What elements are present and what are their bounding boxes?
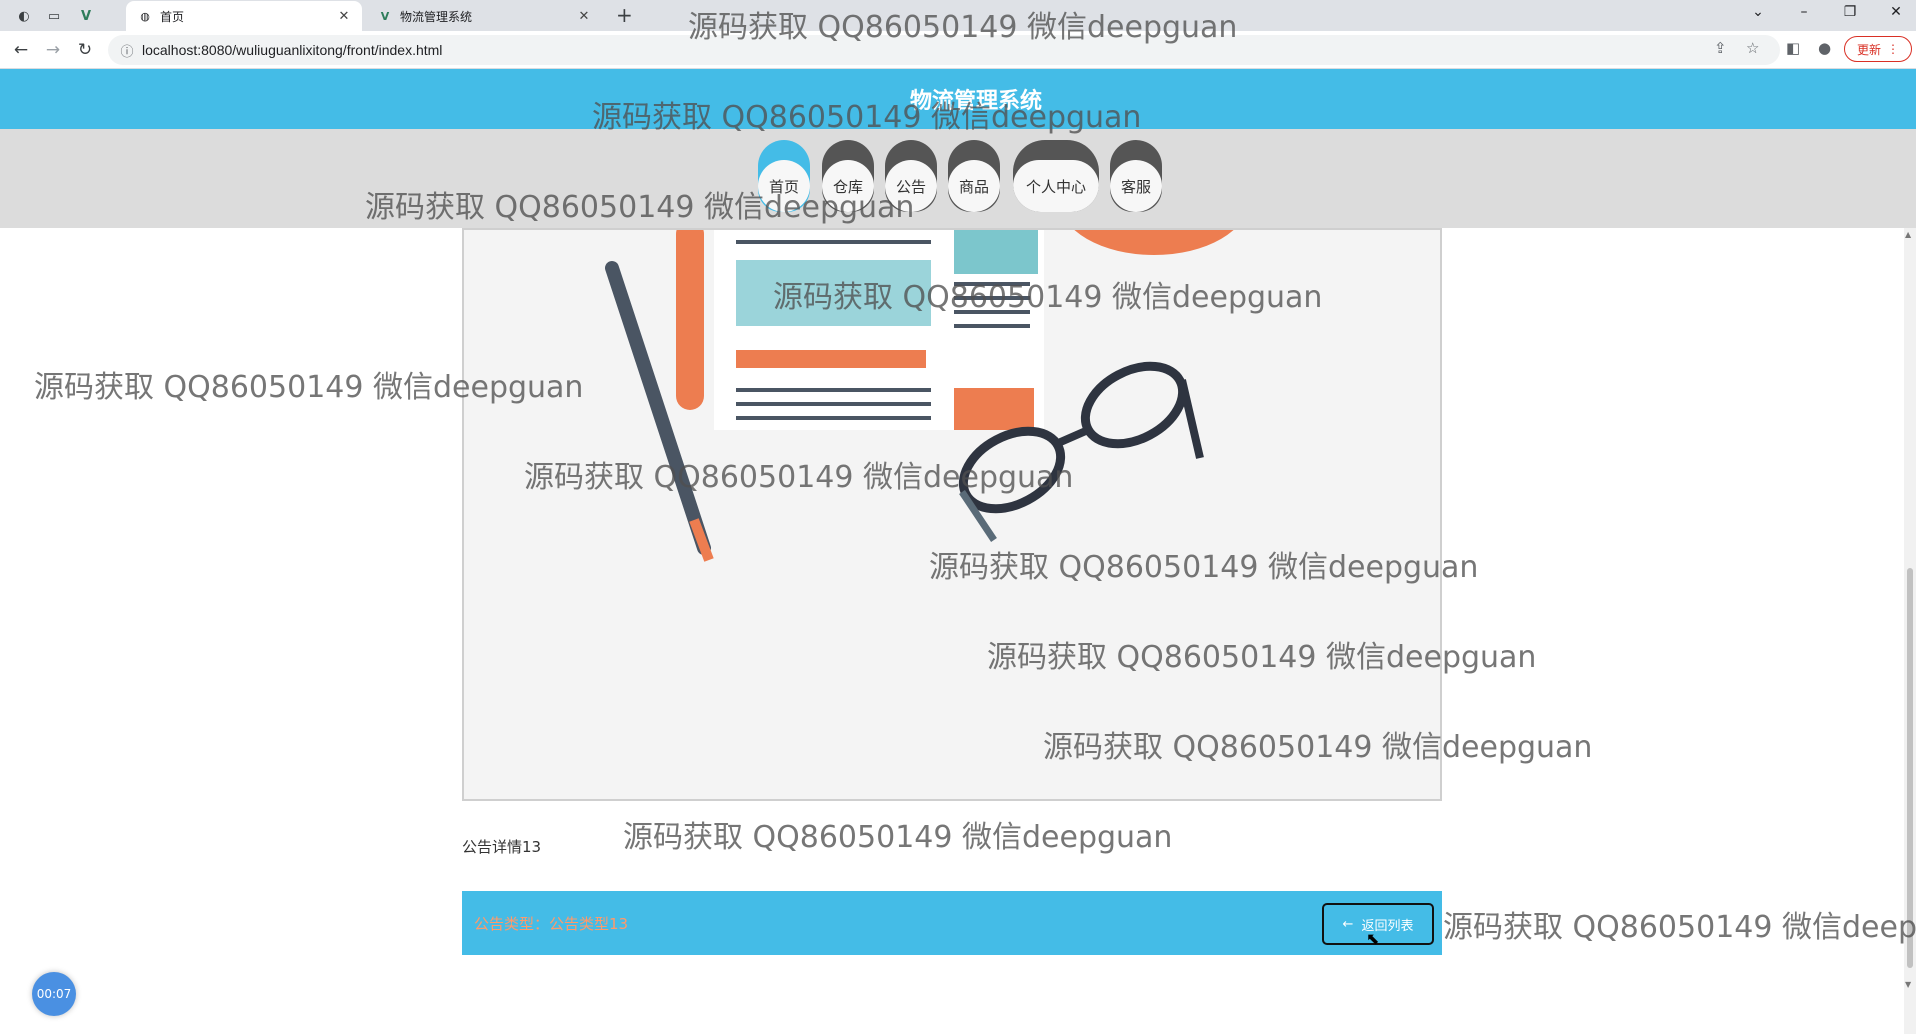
tab-title: 物流管理系统 bbox=[400, 9, 473, 24]
share-icon[interactable]: ⇪ bbox=[1714, 39, 1727, 57]
back-arrow-icon[interactable]: ← bbox=[10, 39, 32, 61]
nav-item-label: 公告 bbox=[885, 160, 937, 212]
notice-type-text: 公告类型：公告类型13 bbox=[474, 915, 629, 933]
back-to-list-button[interactable]: ← 返回列表 ⬉ bbox=[1322, 903, 1434, 948]
tab-group-icon[interactable]: ▭ bbox=[44, 6, 64, 26]
reload-icon[interactable]: ↻ bbox=[74, 39, 96, 61]
nav-item-label: 仓库 bbox=[822, 160, 874, 212]
nav-item-notice[interactable]: 公告 bbox=[885, 140, 937, 212]
browser-toolbar: ← → ↻ ⓘ localhost:8080/wuliuguanlixitong… bbox=[0, 31, 1916, 69]
vue-pinned-tab-icon[interactable]: V bbox=[76, 6, 96, 26]
restore-icon[interactable]: ❐ bbox=[1840, 4, 1860, 20]
browser-tab-strip: ◐ ▭ V ◍ 首页 ✕ V 物流管理系统 ✕ + ⌄ – ❐ ✕ bbox=[0, 0, 1916, 31]
notice-info-bar: 公告类型：公告类型13 ← 返回列表 ⬉ bbox=[462, 891, 1442, 955]
site-header: 物流管理系统 bbox=[0, 69, 1916, 129]
bookmark-star-icon[interactable]: ☆ bbox=[1746, 39, 1759, 57]
update-label: 更新 bbox=[1856, 42, 1881, 57]
nav-item-goods[interactable]: 商品 bbox=[948, 140, 1000, 212]
more-menu-icon: ⋮ bbox=[1887, 42, 1899, 56]
tab-home[interactable]: ◍ 首页 ✕ bbox=[126, 1, 362, 31]
profile-avatar-icon[interactable]: ● bbox=[1818, 39, 1831, 57]
main-nav: 首页 仓库 公告 商品 个人中心 客服 bbox=[0, 129, 1916, 228]
address-bar[interactable]: ⓘ localhost:8080/wuliuguanlixitong/front… bbox=[108, 35, 1780, 65]
update-button[interactable]: 更新 ⋮ bbox=[1844, 36, 1912, 62]
page-scrollbar[interactable]: ▲ ▼ bbox=[1904, 228, 1916, 1034]
page: ◐ ▭ V ◍ 首页 ✕ V 物流管理系统 ✕ + ⌄ – ❐ ✕ ← → ↻ … bbox=[0, 0, 1916, 1034]
watermark: 源码获取 QQ86050149 微信deepguan bbox=[623, 820, 1173, 855]
mouse-cursor-icon: ⬉ bbox=[1366, 929, 1380, 948]
side-panel-icon[interactable]: ◧ bbox=[1786, 39, 1800, 57]
nav-item-label: 客服 bbox=[1110, 160, 1162, 212]
url-text: localhost:8080/wuliuguanlixitong/front/i… bbox=[142, 42, 443, 58]
nav-item-warehouse[interactable]: 仓库 bbox=[822, 140, 874, 212]
watermark: 源码获取 QQ86050149 微信deepguan bbox=[1443, 910, 1916, 945]
site-title: 物流管理系统 bbox=[909, 89, 1042, 114]
site-info-icon[interactable]: ⓘ bbox=[112, 41, 142, 60]
recording-timer: 00:07 bbox=[32, 972, 76, 1016]
tab-search-icon[interactable]: ◐ bbox=[14, 6, 34, 26]
nav-item-label: 商品 bbox=[948, 160, 1000, 212]
close-tab-icon[interactable]: ✕ bbox=[576, 9, 592, 24]
scrollbar-thumb[interactable] bbox=[1907, 568, 1913, 968]
new-tab-icon[interactable]: + bbox=[616, 3, 633, 27]
nav-item-customer-service[interactable]: 客服 bbox=[1110, 140, 1162, 212]
nav-item-user-center[interactable]: 个人中心 bbox=[1013, 140, 1099, 212]
office-illustration bbox=[605, 230, 1234, 562]
scroll-up-icon[interactable]: ▲ bbox=[1905, 230, 1911, 239]
close-window-icon[interactable]: ✕ bbox=[1886, 4, 1906, 20]
vue-logo-icon: V bbox=[380, 9, 390, 23]
forward-arrow-icon[interactable]: → bbox=[42, 39, 64, 61]
tab-list-chevron-icon[interactable]: ⌄ bbox=[1748, 4, 1768, 20]
arrow-left-icon: ← bbox=[1342, 916, 1354, 932]
close-tab-icon[interactable]: ✕ bbox=[336, 9, 352, 24]
nav-item-label: 个人中心 bbox=[1013, 160, 1099, 212]
notice-cover-image bbox=[462, 228, 1442, 801]
nav-item-label: 首页 bbox=[758, 160, 810, 212]
scroll-down-icon[interactable]: ▼ bbox=[1905, 980, 1911, 989]
nav-item-home[interactable]: 首页 bbox=[758, 140, 810, 212]
minimize-icon[interactable]: – bbox=[1794, 4, 1814, 20]
globe-icon: ◍ bbox=[140, 9, 150, 23]
notice-content: 公告详情13 bbox=[462, 838, 542, 856]
tab-logistics[interactable]: V 物流管理系统 ✕ bbox=[366, 1, 602, 31]
tab-title: 首页 bbox=[160, 9, 185, 24]
